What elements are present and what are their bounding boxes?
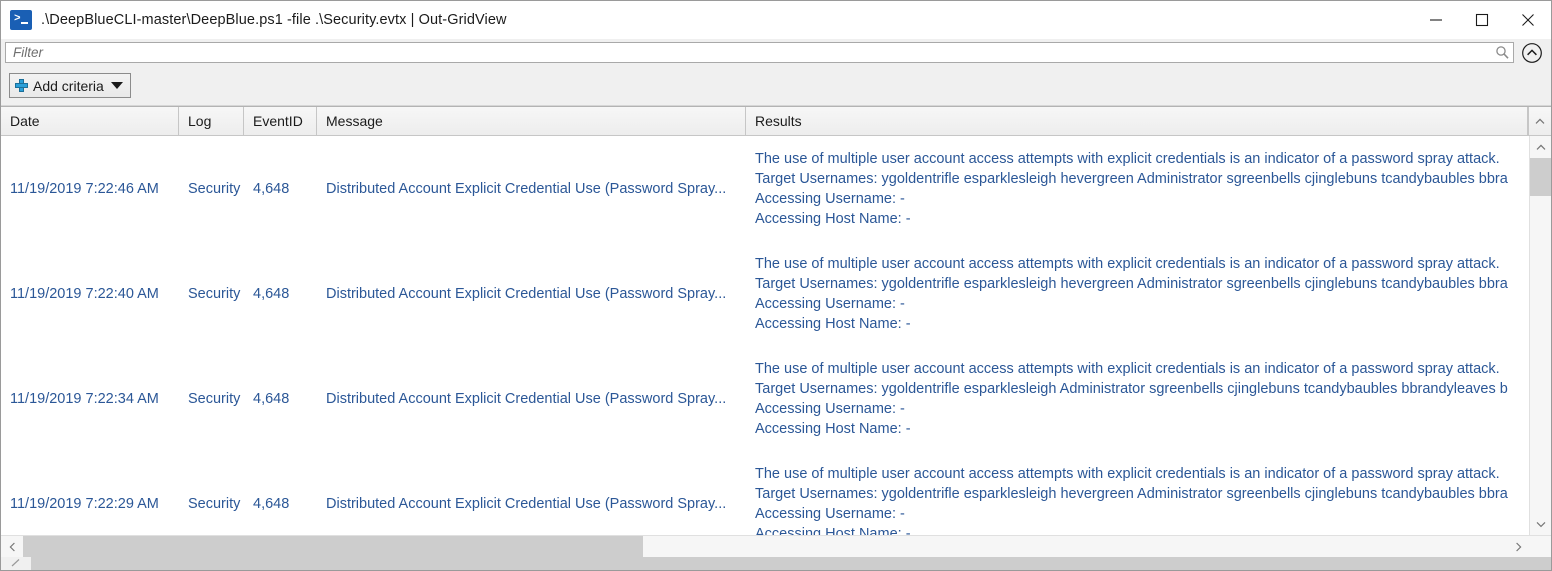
- window-controls: [1413, 1, 1551, 39]
- search-icon[interactable]: [1491, 43, 1513, 62]
- cell-eventid: 4,648: [253, 180, 290, 197]
- filter-bar: [1, 39, 1551, 66]
- cell-log: Security: [188, 495, 241, 512]
- results-grid: Date Log EventID Message Results 11/19/2…: [1, 106, 1551, 557]
- horizontal-scrollbar-track[interactable]: [23, 536, 1507, 557]
- results-line: Accessing Username: -: [755, 400, 905, 417]
- close-button[interactable]: [1505, 1, 1551, 39]
- window-title: .\DeepBlueCLI-master\DeepBlue.ps1 -file …: [41, 12, 507, 28]
- cell-message: Distributed Account Explicit Credential …: [326, 495, 727, 512]
- horizontal-scrollbar[interactable]: [1, 535, 1551, 557]
- vertical-scrollbar-track[interactable]: [1530, 158, 1551, 513]
- collapse-filter-button[interactable]: [1520, 41, 1544, 65]
- cell-date: 11/19/2019 7:22:40 AM: [10, 285, 159, 302]
- results-line: Target Usernames: ygoldentrifle esparkle…: [755, 170, 1508, 187]
- cell-date: 11/19/2019 7:22:46 AM: [10, 180, 159, 197]
- results-line: Accessing Host Name: -: [755, 210, 911, 227]
- cell-results: The use of multiple user account access …: [746, 254, 1529, 334]
- results-line: Accessing Host Name: -: [755, 420, 911, 437]
- cell-date: 11/19/2019 7:22:29 AM: [10, 495, 159, 512]
- cell-message: Distributed Account Explicit Credential …: [326, 285, 727, 302]
- chevron-down-icon: [110, 82, 123, 89]
- add-criteria-button[interactable]: Add criteria: [9, 73, 131, 98]
- cell-eventid: 4,648: [253, 390, 290, 407]
- cell-log: Security: [188, 285, 241, 302]
- plus-icon: [15, 79, 28, 92]
- results-line: The use of multiple user account access …: [755, 255, 1500, 272]
- grid-header-corner: [1528, 107, 1551, 135]
- resize-grip[interactable]: [1, 557, 31, 570]
- cell-eventid: 4,648: [253, 285, 290, 302]
- powershell-icon: >: [10, 10, 32, 30]
- filter-box[interactable]: [5, 42, 1514, 63]
- results-line: Accessing Username: -: [755, 505, 905, 522]
- out-gridview-window: > .\DeepBlueCLI-master\DeepBlue.ps1 -fil…: [0, 0, 1552, 571]
- scroll-left-button[interactable]: [1, 536, 23, 557]
- vertical-scrollbar-thumb[interactable]: [1530, 158, 1551, 196]
- grid-body: 11/19/2019 7:22:46 AM Security 4,648 Dis…: [1, 136, 1551, 535]
- column-header-message[interactable]: Message: [317, 107, 746, 135]
- column-header-log[interactable]: Log: [179, 107, 244, 135]
- add-criteria-label: Add criteria: [33, 77, 104, 94]
- table-row[interactable]: 11/19/2019 7:22:29 AM Security 4,648 Dis…: [1, 451, 1529, 536]
- scroll-down-button[interactable]: [1530, 513, 1551, 535]
- status-bar: [1, 557, 1551, 570]
- results-line: Accessing Host Name: -: [755, 525, 911, 536]
- maximize-button[interactable]: [1459, 1, 1505, 39]
- column-header-results[interactable]: Results: [746, 107, 1528, 135]
- cell-log: Security: [188, 180, 241, 197]
- cell-message: Distributed Account Explicit Credential …: [326, 180, 727, 197]
- results-line: The use of multiple user account access …: [755, 465, 1500, 482]
- vertical-scrollbar[interactable]: [1529, 136, 1551, 535]
- results-line: Accessing Username: -: [755, 190, 905, 207]
- results-line: Target Usernames: ygoldentrifle esparkle…: [755, 275, 1508, 292]
- cell-results: The use of multiple user account access …: [746, 149, 1529, 229]
- minimize-button[interactable]: [1413, 1, 1459, 39]
- filter-input[interactable]: [6, 43, 1491, 62]
- criteria-bar: Add criteria: [1, 66, 1551, 106]
- table-row[interactable]: 11/19/2019 7:22:40 AM Security 4,648 Dis…: [1, 241, 1529, 346]
- horizontal-scrollbar-thumb[interactable]: [23, 536, 643, 557]
- grid-header-row: Date Log EventID Message Results: [1, 107, 1551, 136]
- results-line: Accessing Host Name: -: [755, 315, 911, 332]
- table-row[interactable]: 11/19/2019 7:22:46 AM Security 4,648 Dis…: [1, 136, 1529, 241]
- table-row[interactable]: 11/19/2019 7:22:34 AM Security 4,648 Dis…: [1, 346, 1529, 451]
- cell-message: Distributed Account Explicit Credential …: [326, 390, 727, 407]
- results-line: The use of multiple user account access …: [755, 150, 1500, 167]
- cell-log: Security: [188, 390, 241, 407]
- column-header-date[interactable]: Date: [1, 107, 179, 135]
- cell-date: 11/19/2019 7:22:34 AM: [10, 390, 159, 407]
- results-line: The use of multiple user account access …: [755, 360, 1500, 377]
- scrollbar-corner: [1529, 536, 1551, 557]
- cell-eventid: 4,648: [253, 495, 290, 512]
- results-line: Target Usernames: ygoldentrifle esparkle…: [755, 485, 1508, 502]
- cell-results: The use of multiple user account access …: [746, 464, 1529, 536]
- cell-results: The use of multiple user account access …: [746, 359, 1529, 439]
- grid-rows: 11/19/2019 7:22:46 AM Security 4,648 Dis…: [1, 136, 1529, 536]
- results-line: Accessing Username: -: [755, 295, 905, 312]
- scroll-up-button[interactable]: [1530, 136, 1551, 158]
- title-bar: > .\DeepBlueCLI-master\DeepBlue.ps1 -fil…: [1, 1, 1551, 39]
- column-header-eventid[interactable]: EventID: [244, 107, 317, 135]
- results-line: Target Usernames: ygoldentrifle esparkle…: [755, 380, 1508, 397]
- scroll-right-button[interactable]: [1507, 536, 1529, 557]
